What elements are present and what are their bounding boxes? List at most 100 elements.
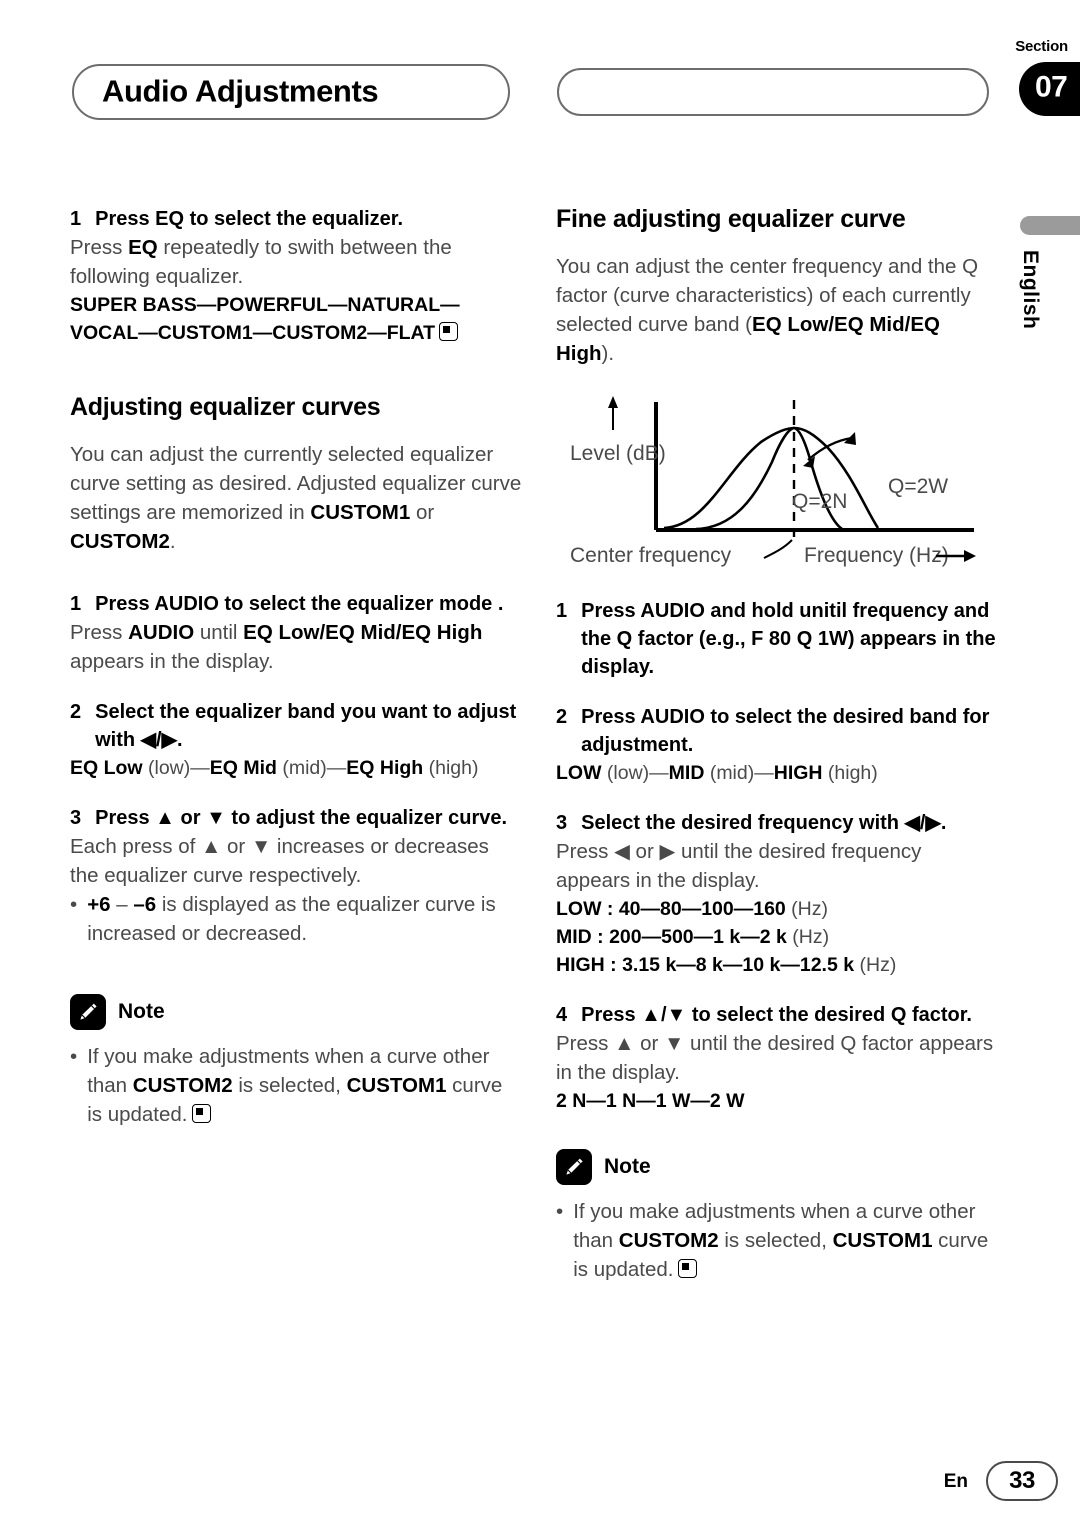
text-fragment: (Hz) (785, 898, 829, 920)
step-number: 1 (70, 208, 82, 230)
step-title: Press AUDIO and hold unitil frequency an… (581, 600, 996, 678)
language-label: English (1019, 250, 1042, 330)
q-factor-values: 2 N—1 N—1 W—2 W (556, 1090, 745, 1112)
text-emphasis: AUDIO (128, 621, 195, 644)
step-press-eq-body: Press EQ repeatedly to swith between the… (70, 233, 522, 291)
text-fragment: (Hz) (786, 926, 830, 948)
section-number: 07 (1035, 70, 1068, 104)
step-select-desired-band: 2 Press AUDIO to select the desired band… (556, 703, 996, 759)
end-of-topic-icon (191, 1104, 211, 1123)
note-header: Note (70, 994, 522, 1030)
step-number: 2 (556, 706, 568, 728)
step-title: Press ▲ or ▼ to adjust the equalizer cur… (95, 807, 508, 829)
text-emphasis: EQ (128, 236, 158, 259)
language-tab-bar (1020, 216, 1080, 235)
text-fragment: until (194, 621, 244, 644)
equalizer-chain-text: SUPER BASS—POWERFUL—NATURAL—VOCAL—CUSTOM… (70, 294, 460, 344)
step-title: Press AUDIO to select the equalizer mode… (95, 593, 504, 615)
equalizer-chain: SUPER BASS—POWERFUL—NATURAL—VOCAL—CUSTOM… (70, 291, 522, 347)
page-number-pill: 33 (986, 1461, 1058, 1501)
heading-adjusting-equalizer-curves: Adjusting equalizer curves (70, 393, 381, 421)
bullet-dot: • (556, 1200, 564, 1223)
text-emphasis: MID (668, 762, 705, 784)
q-wide-label: Q=2W (888, 475, 948, 498)
text-fragment: is selected, (718, 1229, 833, 1252)
text-emphasis: EQ High (346, 757, 424, 779)
text-emphasis: EQ Low/EQ Mid/EQ High (243, 621, 483, 644)
x-axis-label: Frequency (Hz) (804, 544, 949, 567)
text-emphasis: CUSTOM2 (70, 530, 170, 553)
text-fragment: or (410, 501, 435, 524)
note-title: Note (118, 1000, 165, 1023)
curve-range-bullet: • +6 – –6 is displayed as the equalizer … (70, 890, 522, 948)
text-fragment: (low)— (142, 757, 210, 779)
page-header: Audio Adjustments Section 07 (0, 0, 1080, 130)
text-fragment: (mid)— (704, 762, 774, 784)
step-press-eq: 1 Press EQ to select the equalizer. (70, 205, 522, 233)
text-emphasis: CUSTOM2 (132, 1074, 233, 1097)
step-title: Press EQ to select the equalizer. (95, 208, 404, 230)
section-badge: 07 (1019, 62, 1080, 116)
band-chain: LOW (low)—MID (mid)—HIGH (high) (556, 759, 996, 787)
text-fragment: . (169, 530, 176, 553)
text-emphasis: HIGH (773, 762, 823, 784)
end-of-topic-icon (439, 322, 459, 341)
text-emphasis: EQ Mid (209, 757, 277, 779)
note-header: Note (556, 1149, 996, 1185)
page-title: Audio Adjustments (102, 73, 379, 109)
pencil-icon (556, 1149, 592, 1185)
text-fragment: (mid)— (276, 757, 347, 779)
note-bullet: • If you make adjustments when a curve o… (70, 1042, 522, 1129)
center-frequency-label: Center frequency (570, 544, 732, 567)
fine-adjusting-intro: You can adjust the center frequency and … (556, 252, 996, 368)
bullet-dot: • (70, 1045, 78, 1068)
page-footer: En 33 (0, 1443, 1080, 1533)
step-title: Press ▲/▼ to select the desired Q factor… (581, 1004, 972, 1026)
step-press-audio-mode-body: Press AUDIO until EQ Low/EQ Mid/EQ High … (70, 618, 522, 676)
eq-band-chain: EQ Low (low)—EQ Mid (mid)—EQ High (high) (70, 754, 522, 782)
text-emphasis: MID : 200—500—1 k—2 k (556, 926, 787, 948)
text-fragment: Press (70, 236, 129, 259)
step-select-band: 2 Select the equalizer band you want to … (70, 698, 522, 754)
title-pill: Audio Adjustments (72, 64, 510, 120)
text-fragment: is selected, (232, 1074, 347, 1097)
step-select-frequency: 3 Select the desired frequency with ◀/▶. (556, 809, 996, 837)
bullet-dot: • (70, 893, 78, 916)
q-narrow-label: Q=2N (792, 490, 847, 513)
step-press-hold-audio: 1 Press AUDIO and hold unitil frequency … (556, 597, 996, 681)
text-emphasis: HIGH : 3.15 k—8 k—10 k—12.5 k (556, 954, 855, 976)
step-title: Select the desired frequency with ◀/▶. (581, 812, 947, 834)
text-fragment: (high) (822, 762, 878, 784)
step-adjust-curve: 3 Press ▲ or ▼ to adjust the equalizer c… (70, 804, 522, 832)
adjusting-intro: You can adjust the currently selected eq… (70, 440, 522, 556)
section-label: Section (1015, 38, 1068, 55)
text-fragment: (high) (423, 757, 479, 779)
note-title: Note (604, 1155, 651, 1178)
y-axis-label: Level (dB) (570, 442, 666, 465)
text-fragment: – (110, 893, 134, 916)
text-fragment: Press (70, 621, 129, 644)
text-emphasis: EQ Low (70, 757, 143, 779)
text-fragment: appears in the display. (70, 650, 274, 673)
page-number: 33 (1009, 1467, 1035, 1494)
text-fragment: (low)— (601, 762, 669, 784)
text-emphasis: LOW : 40—80—100—160 (556, 898, 786, 920)
step-press-audio-mode: 1 Press AUDIO to select the equalizer mo… (70, 590, 522, 618)
text-emphasis: –6 (133, 893, 157, 916)
frequency-row-low: LOW : 40—80—100—160 (Hz) (556, 895, 996, 923)
step-title: Press AUDIO to select the desired band f… (581, 706, 990, 756)
step-number: 3 (556, 812, 568, 834)
pencil-icon (70, 994, 106, 1030)
bullet-text: If you make adjustments when a curve oth… (87, 1042, 522, 1129)
step-title: Select the equalizer band you want to ad… (95, 701, 517, 751)
bullet-text: +6 – –6 is displayed as the equalizer cu… (87, 890, 522, 948)
text-fragment: You can adjust the currently selected eq… (70, 443, 522, 524)
text-emphasis: CUSTOM1 (832, 1229, 933, 1252)
left-column: 1 Press EQ to select the equalizer. Pres… (70, 205, 522, 1129)
text-emphasis: CUSTOM1 (310, 501, 411, 524)
step-adjust-curve-body: Each press of ▲ or ▼ increases or decrea… (70, 835, 489, 887)
step-select-q-factor-body: Press ▲ or ▼ until the desired Q factor … (556, 1032, 994, 1084)
step-number: 1 (70, 593, 82, 615)
step-select-frequency-body: Press ◀ or ▶ until the desired frequency… (556, 840, 922, 892)
end-of-topic-icon (677, 1259, 697, 1278)
